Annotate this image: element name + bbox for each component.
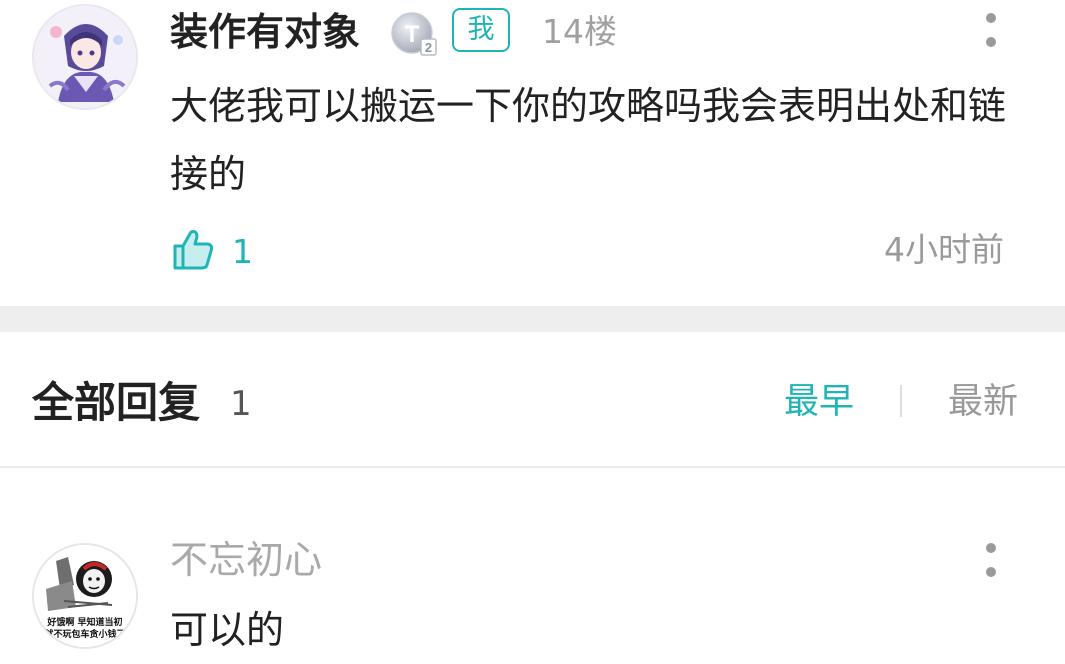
comment-content: 大佬我可以搬运一下你的攻略吗我会表明出处和链接的 [170,84,1007,196]
meme-avatar-illustration: 好饿啊 早知道当初 就不玩包车贪小钱了 [34,545,136,647]
replies-title: 全部回复 [32,378,201,427]
section-separator [0,306,1065,332]
level-badge-number: 2 [425,40,432,55]
avatar-caption-line2: 就不玩包车贪小钱了 [44,628,125,640]
anime-avatar-illustration [34,6,136,108]
commenter-avatar[interactable] [32,4,138,110]
me-tag: 我 [452,8,510,52]
replier-username[interactable]: 不忘初心 [170,535,322,585]
floor-number: 14楼 [542,12,617,51]
comment-card: 装作有对象 T 2 我 14楼 大佬我可以搬运一下你的攻略吗我会表明出处和链接的… [0,0,1065,306]
level-badge-icon: T 2 [390,11,438,57]
reply-content: 可以的 [170,608,285,652]
level-badge-letter: T [405,21,420,48]
sort-earliest-tab[interactable]: 最早 [784,378,854,426]
comment-time: 4小时前 [884,230,1004,269]
replier-avatar[interactable]: 好饿啊 早知道当初 就不玩包车贪小钱了 [32,543,138,649]
replies-header: 全部回复 1 最早 最新 [0,332,1065,468]
thumbs-up-icon[interactable] [171,227,215,271]
like-count: 1 [232,232,253,271]
sort-latest-tab[interactable]: 最新 [948,378,1018,426]
avatar-caption-line1: 好饿啊 早知道当初 [46,616,122,628]
sort-divider [900,385,902,417]
more-options-icon[interactable] [981,543,1001,603]
commenter-username[interactable]: 装作有对象 [170,6,360,58]
more-options-icon[interactable] [981,13,1001,73]
replies-count: 1 [230,384,252,424]
